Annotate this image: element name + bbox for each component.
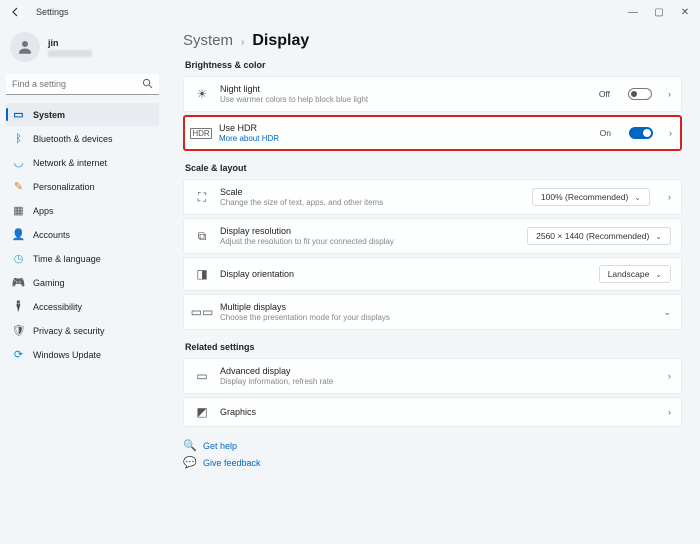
nav-apps[interactable]: ▦Apps [6,199,159,222]
system-icon: ▭ [12,108,25,121]
person-icon: 👤 [12,228,25,241]
window-title: Settings [36,7,69,17]
card-advanced-display[interactable]: ▭ Advanced display Display information, … [183,358,682,394]
scale-icon: ⛶ [194,190,210,205]
chevron-right-icon[interactable]: › [668,89,671,99]
nav-system[interactable]: ▭System [6,103,159,126]
nav-accounts[interactable]: 👤Accounts [6,223,159,246]
card-multiple-displays[interactable]: ▭▭ Multiple displays Choose the presenta… [183,294,682,330]
breadcrumb-parent[interactable]: System [183,32,233,49]
night-light-state: Off [599,89,610,99]
hdr-icon: HDR [193,128,209,139]
update-icon: ⟳ [12,348,25,361]
card-graphics[interactable]: ◩ Graphics › [183,397,682,427]
chevron-down-icon: ⌄ [634,193,641,202]
nav-network[interactable]: ◡Network & internet [6,151,159,174]
breadcrumb-current: Display [252,32,309,50]
close-button[interactable]: ✕ [680,7,690,17]
search-icon [142,78,153,92]
resolution-select[interactable]: 2560 × 1440 (Recommended)⌄ [527,227,671,245]
bluetooth-icon: ᛒ [12,132,25,145]
card-orientation[interactable]: ◨ Display orientation Landscape⌄ [183,257,682,291]
give-feedback-link[interactable]: 💬Give feedback [183,454,682,471]
gamepad-icon: 🎮 [12,276,25,289]
nav-bluetooth[interactable]: ᛒBluetooth & devices [6,127,159,150]
shield-icon: 🛡 [12,324,25,337]
chevron-down-icon[interactable]: ⌄ [663,307,671,318]
maximize-button[interactable]: ▢ [654,7,664,17]
chevron-right-icon[interactable]: › [668,371,671,381]
minimize-button[interactable]: — [628,7,638,17]
nav-list: ▭System ᛒBluetooth & devices ◡Network & … [6,103,159,367]
more-about-hdr-link[interactable]: More about HDR [219,134,590,143]
search-box[interactable] [6,74,159,95]
back-button[interactable] [6,2,26,22]
profile-name: jin [48,38,92,48]
apps-icon: ▦ [12,204,25,217]
sidebar: jin ▭System ᛒBluetooth & devices ◡Networ… [0,24,165,544]
chevron-right-icon[interactable]: › [668,407,671,417]
nav-time[interactable]: ◷Time & language [6,247,159,270]
monitor-icon: ▭ [194,369,210,383]
displays-icon: ▭▭ [194,305,210,319]
section-scale: Scale & layout [185,163,682,173]
scale-select[interactable]: 100% (Recommended)⌄ [532,188,650,206]
search-input[interactable] [6,74,159,95]
hdr-state: On [600,128,611,138]
nav-accessibility[interactable]: 🕴Accessibility [6,295,159,318]
profile[interactable]: jin [6,28,159,70]
section-brightness: Brightness & color [185,60,682,70]
nav-privacy[interactable]: 🛡Privacy & security [6,319,159,342]
card-resolution[interactable]: ⧉ Display resolution Adjust the resoluti… [183,218,682,254]
main-content: System › Display Brightness & color ☀ Ni… [165,24,700,544]
chevron-down-icon: ⌄ [655,270,662,279]
chevron-right-icon[interactable]: › [668,192,671,202]
accessibility-icon: 🕴 [12,300,25,313]
chevron-right-icon: › [241,37,244,48]
chevron-down-icon: ⌄ [655,232,662,241]
brush-icon: ✎ [12,180,25,193]
nav-update[interactable]: ⟳Windows Update [6,343,159,366]
chevron-right-icon[interactable]: › [669,128,672,138]
graphics-icon: ◩ [194,405,210,419]
wifi-icon: ◡ [12,156,25,169]
orientation-icon: ◨ [194,267,210,281]
nav-personalization[interactable]: ✎Personalization [6,175,159,198]
titlebar: Settings — ▢ ✕ [0,0,700,24]
clock-icon: ◷ [12,252,25,265]
card-night-light[interactable]: ☀ Night light Use warmer colors to help … [183,76,682,112]
nav-gaming[interactable]: 🎮Gaming [6,271,159,294]
night-light-toggle[interactable] [628,88,652,100]
section-related: Related settings [185,342,682,352]
orientation-select[interactable]: Landscape⌄ [599,265,671,283]
hdr-toggle[interactable] [629,127,653,139]
profile-email-redacted [48,50,92,57]
get-help-link[interactable]: 🔍Get help [183,437,682,454]
avatar [10,32,40,62]
card-hdr[interactable]: HDR Use HDR More about HDR On › [183,115,682,151]
feedback-icon: 💬 [183,456,197,469]
sun-icon: ☀ [194,87,210,101]
breadcrumb: System › Display [183,32,682,50]
help-icon: 🔍 [183,439,197,452]
resolution-icon: ⧉ [194,229,210,244]
card-scale[interactable]: ⛶ Scale Change the size of text, apps, a… [183,179,682,215]
